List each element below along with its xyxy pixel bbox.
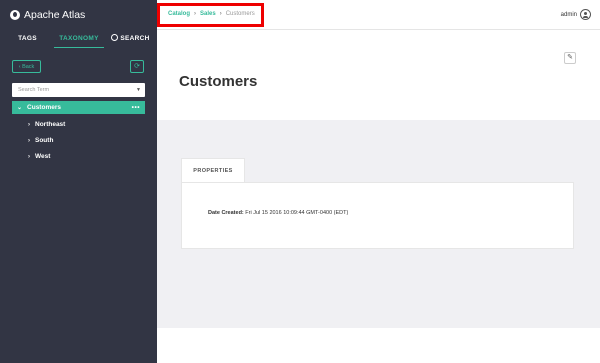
tab-search-label: SEARCH bbox=[120, 35, 150, 42]
sidebar-tabs: TAGS TAXONOMY SEARCH bbox=[0, 33, 157, 48]
breadcrumb-highlight bbox=[157, 3, 264, 27]
back-button[interactable]: ‹ Back bbox=[12, 60, 41, 73]
chevron-down-icon: ⌄ bbox=[17, 105, 23, 111]
footer-area bbox=[157, 328, 600, 363]
search-term-placeholder: Search Term bbox=[18, 87, 50, 93]
search-icon bbox=[111, 34, 119, 41]
tab-tags[interactable]: TAGS bbox=[10, 33, 45, 47]
search-term-select[interactable]: Search Term ▼ bbox=[12, 83, 145, 97]
sidebar: Apache Atlas TAGS TAXONOMY SEARCH ‹ Back… bbox=[0, 0, 157, 363]
back-button-label: Back bbox=[22, 64, 35, 70]
username: admin bbox=[560, 11, 577, 18]
user-icon bbox=[580, 9, 591, 20]
user-menu[interactable]: admin bbox=[561, 9, 591, 20]
refresh-icon: ⟳ bbox=[134, 63, 140, 70]
pencil-icon: ✎ bbox=[567, 54, 573, 61]
tab-taxonomy[interactable]: TAXONOMY bbox=[54, 33, 104, 48]
tree-item-label: South bbox=[35, 137, 54, 144]
tab-search[interactable]: SEARCH bbox=[108, 33, 153, 47]
edit-button[interactable]: ✎ bbox=[564, 52, 576, 64]
app-title: Apache Atlas bbox=[24, 9, 86, 21]
chevron-left-icon: ‹ bbox=[18, 64, 21, 70]
app-brand[interactable]: Apache Atlas bbox=[10, 9, 85, 21]
refresh-button[interactable]: ⟳ bbox=[130, 60, 144, 73]
chevron-right-icon: › bbox=[28, 154, 30, 160]
content-area: PROPERTIES Date Created: Fri Jul 15 2016… bbox=[157, 120, 600, 328]
page-title: Customers bbox=[179, 73, 258, 90]
chevron-right-icon: › bbox=[28, 138, 30, 144]
chevron-down-icon: ▼ bbox=[136, 87, 141, 93]
tree-item-label: Customers bbox=[27, 104, 61, 111]
more-options-icon[interactable]: ••• bbox=[132, 101, 140, 114]
title-area: Customers ✎ bbox=[157, 30, 600, 120]
globe-icon bbox=[10, 10, 20, 20]
tree-item-northeast[interactable]: › Northeast bbox=[12, 118, 145, 131]
tree-item-west[interactable]: › West bbox=[12, 150, 145, 163]
property-key: Date Created: bbox=[208, 210, 244, 216]
tree-item-label: West bbox=[35, 153, 51, 160]
tree-item-label: Northeast bbox=[35, 121, 66, 128]
property-date-created: Date Created: Fri Jul 15 2016 10:09:44 G… bbox=[208, 210, 348, 216]
tree-item-customers[interactable]: ⌄ Customers ••• bbox=[12, 101, 145, 114]
properties-panel: Date Created: Fri Jul 15 2016 10:09:44 G… bbox=[181, 182, 574, 249]
tree-item-south[interactable]: › South bbox=[12, 134, 145, 147]
property-value: Fri Jul 15 2016 10:09:44 GMT-0400 (EDT) bbox=[245, 210, 349, 216]
tab-properties[interactable]: PROPERTIES bbox=[181, 158, 245, 183]
chevron-right-icon: › bbox=[28, 122, 30, 128]
